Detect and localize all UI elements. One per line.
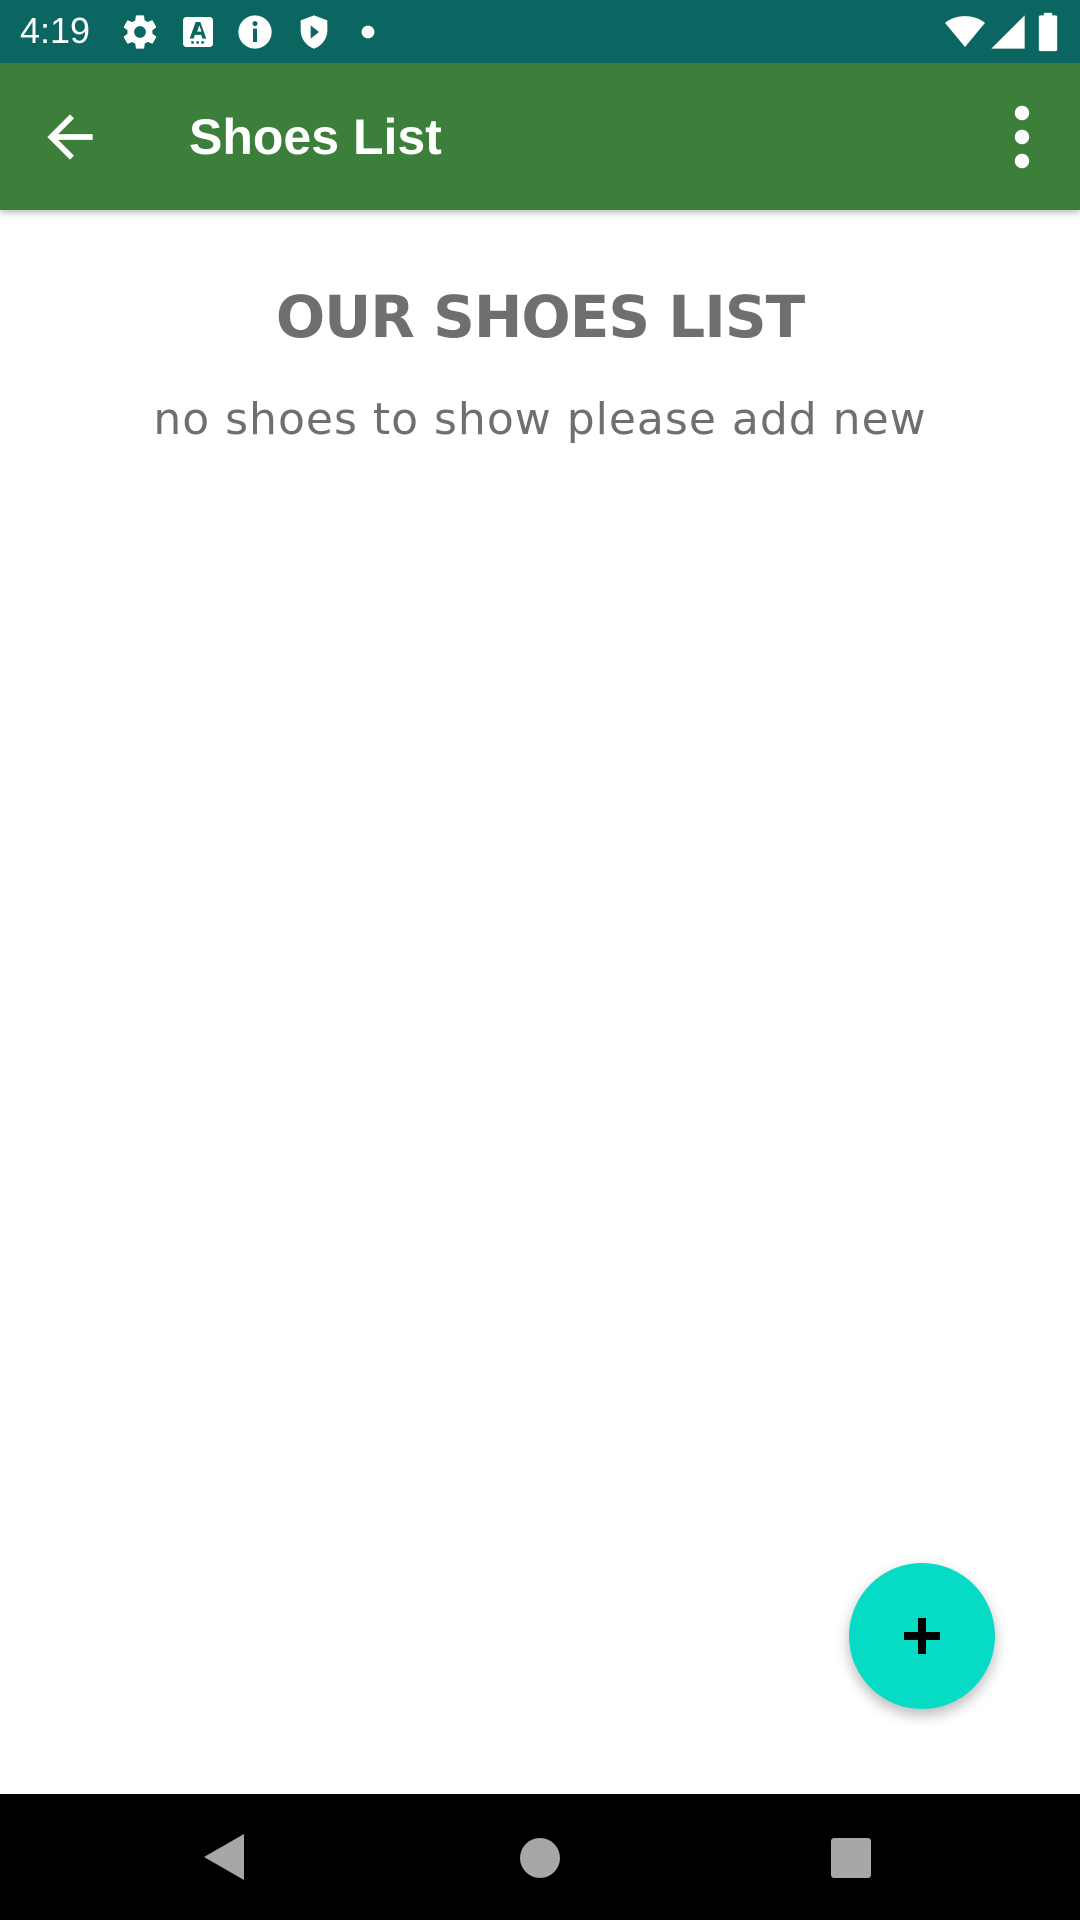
page-title: Shoes List (189, 109, 442, 165)
info-icon (235, 12, 275, 52)
more-vert-icon[interactable] (998, 103, 1046, 171)
back-triangle-icon[interactable] (204, 1834, 244, 1880)
status-time: 4:19 (20, 10, 91, 51)
system-navigation-bar (0, 1794, 1080, 1920)
wifi-icon (943, 12, 987, 52)
play-shield-icon (294, 12, 334, 52)
shoes-list-heading: OUR SHOES LIST (275, 283, 805, 351)
font-a-icon (178, 12, 218, 52)
add-shoe-button[interactable] (849, 1563, 995, 1709)
recents-square-icon[interactable] (831, 1838, 871, 1878)
signal-icon (988, 12, 1028, 52)
settings-gear-icon (120, 12, 160, 52)
home-circle-icon[interactable] (520, 1838, 560, 1878)
app-bar: Shoes List (0, 63, 1080, 210)
empty-state-message: no shoes to show please add new (153, 394, 927, 445)
dot-icon (360, 24, 376, 40)
status-bar: 4:19 (0, 0, 1080, 63)
plus-icon (902, 1616, 942, 1656)
arrow-back-icon[interactable] (36, 103, 104, 171)
battery-icon (1036, 12, 1060, 52)
